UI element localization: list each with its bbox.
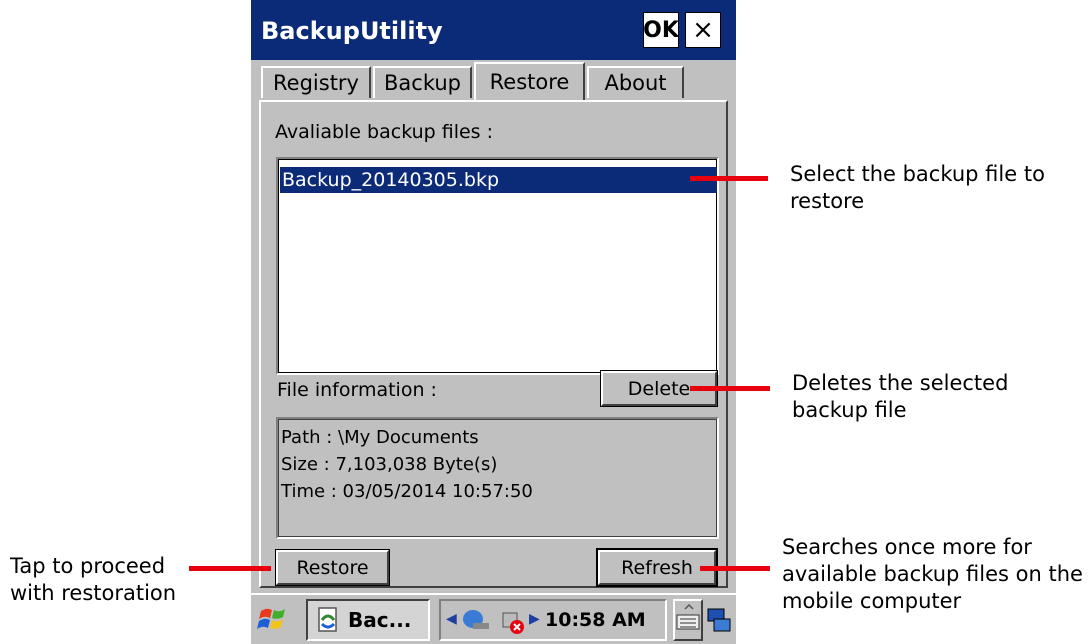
device-screen: BackupUtility OK × Registry Backup Resto…	[251, 0, 736, 644]
task-button-label: Bac...	[348, 608, 412, 632]
tray-right-arrow-icon[interactable]: ▶	[529, 611, 540, 627]
restore-button[interactable]: Restore	[275, 549, 390, 586]
task-button-backup[interactable]: Bac...	[306, 599, 430, 641]
title-bar: BackupUtility OK ×	[251, 0, 736, 60]
backup-app-icon	[316, 606, 340, 634]
taskbar: Bac... ◀ ▶ 10:58 AM	[251, 593, 736, 644]
list-item-selected[interactable]: Backup_20140305.bkp	[280, 167, 717, 193]
callout-line-refresh	[700, 566, 770, 571]
backup-files-label: Avaliable backup files :	[275, 121, 494, 143]
tab-registry[interactable]: Registry	[261, 66, 371, 98]
disconnected-icon[interactable]	[499, 607, 527, 640]
tray-left-arrow-icon[interactable]: ◀	[446, 611, 457, 627]
backup-file-list[interactable]: Backup_20140305.bkp	[276, 157, 719, 375]
tab-backup[interactable]: Backup	[373, 66, 472, 98]
keyboard-icon[interactable]	[673, 599, 703, 641]
desktop-icon[interactable]	[706, 607, 732, 639]
callout-line-delete	[690, 386, 770, 391]
annotation-delete: Deletes the selected backup file	[792, 371, 1009, 422]
info-time: Time : 03/05/2014 10:57:50	[281, 481, 533, 502]
annotation-restore: Tap to proceed with restoration	[10, 554, 177, 605]
annotation-refresh: Searches once more for available backup …	[782, 535, 1083, 613]
file-info-box: Path : \My Documents Size : 7,103,038 By…	[276, 417, 719, 539]
window-title: BackupUtility	[261, 17, 443, 45]
file-info-label: File information :	[277, 379, 437, 401]
info-size: Size : 7,103,038 Byte(s)	[281, 454, 498, 475]
network-icon[interactable]	[461, 607, 491, 640]
callout-line-restore	[189, 566, 271, 571]
refresh-button[interactable]: Refresh	[596, 548, 718, 587]
tab-about[interactable]: About	[587, 66, 684, 98]
callout-line-select	[690, 176, 768, 181]
clock[interactable]: 10:58 AM	[545, 609, 646, 631]
system-tray: ◀ ▶ 10:58 AM	[439, 599, 667, 641]
close-icon: ×	[692, 15, 714, 45]
ok-button[interactable]: OK	[643, 12, 679, 48]
annotation-select-file: Select the backup file to restore	[790, 162, 1045, 213]
tab-restore[interactable]: Restore	[474, 62, 585, 100]
windows-flag-icon[interactable]	[257, 603, 289, 635]
info-path: Path : \My Documents	[281, 427, 479, 448]
close-button[interactable]: ×	[685, 12, 721, 48]
